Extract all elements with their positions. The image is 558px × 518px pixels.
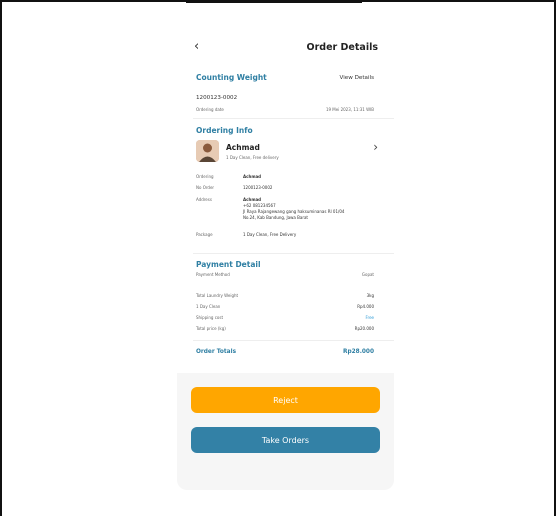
person-icon bbox=[196, 140, 219, 162]
ordering-date-value: 19 Mei 2023, 11:31 WIB bbox=[325, 107, 374, 112]
one-day-clean-label: 1 Day Clean bbox=[196, 304, 221, 309]
ordering-label: Ordering bbox=[196, 174, 214, 179]
customer-name: Achmad bbox=[226, 143, 260, 152]
order-totals-value: Rp28.000 bbox=[343, 349, 374, 355]
counting-weight-title: Counting Weight bbox=[196, 73, 267, 82]
phone-screen: ‹ Order Details Counting Weight View Det… bbox=[177, 28, 394, 490]
address-line-2: No.24, Kab Bandung, Jawa Barat bbox=[243, 215, 308, 220]
ordering-info-title: Ordering Info bbox=[196, 126, 253, 135]
address-name: Achmad bbox=[243, 197, 262, 202]
address-phone: +62 081234567 bbox=[243, 203, 276, 208]
view-details-link[interactable]: View Details bbox=[340, 75, 374, 81]
payment-method-value: Gopat bbox=[361, 272, 374, 277]
ordering-date-label: Ordering date bbox=[196, 107, 224, 112]
order-number: 1200123-0002 bbox=[196, 95, 238, 101]
reject-button-label: Reject bbox=[273, 395, 298, 405]
take-orders-button[interactable]: Take Orders bbox=[191, 427, 380, 453]
top-divider bbox=[186, 1, 362, 3]
divider-1 bbox=[193, 118, 394, 119]
address-label: Address bbox=[196, 197, 212, 202]
page-title: Order Details bbox=[306, 42, 378, 53]
package-value: 1 Day Clean, Free Delivery bbox=[243, 232, 297, 237]
reject-button[interactable]: Reject bbox=[191, 387, 380, 413]
shipping-cost-value: Free bbox=[365, 315, 375, 320]
ordering-value: Achmad bbox=[243, 174, 262, 179]
shipping-cost-label: Shipping cost bbox=[196, 315, 224, 320]
package-label: Package bbox=[196, 232, 213, 237]
order-totals-label: Order Totals bbox=[196, 349, 237, 355]
total-price-label: Total price (kg) bbox=[196, 326, 226, 331]
payment-method-label: Payment Method bbox=[196, 272, 230, 277]
total-laundry-weight-value: 3kg bbox=[366, 293, 374, 298]
address-line-1: Jl Raya Rajangewang gang haksuminanas RI… bbox=[243, 209, 345, 214]
customer-avatar bbox=[196, 140, 219, 162]
no-order-value: 1200123-0002 bbox=[243, 185, 273, 190]
no-order-label: No Order bbox=[196, 185, 215, 190]
app-header: ‹ Order Details bbox=[177, 28, 394, 68]
total-laundry-weight-label: Total Laundry Weight bbox=[196, 293, 239, 298]
divider-2 bbox=[193, 253, 394, 254]
payment-detail-title: Payment Detail bbox=[196, 260, 261, 269]
chevron-right-icon[interactable]: › bbox=[373, 140, 378, 154]
divider-3 bbox=[193, 340, 394, 341]
total-price-value: Rp20.000 bbox=[354, 326, 374, 331]
customer-service: 1 Day Clean, Free delivery bbox=[226, 155, 279, 160]
back-icon[interactable]: ‹ bbox=[194, 39, 199, 54]
one-day-clean-value: Rp4.000 bbox=[357, 304, 374, 309]
take-orders-button-label: Take Orders bbox=[261, 435, 310, 445]
